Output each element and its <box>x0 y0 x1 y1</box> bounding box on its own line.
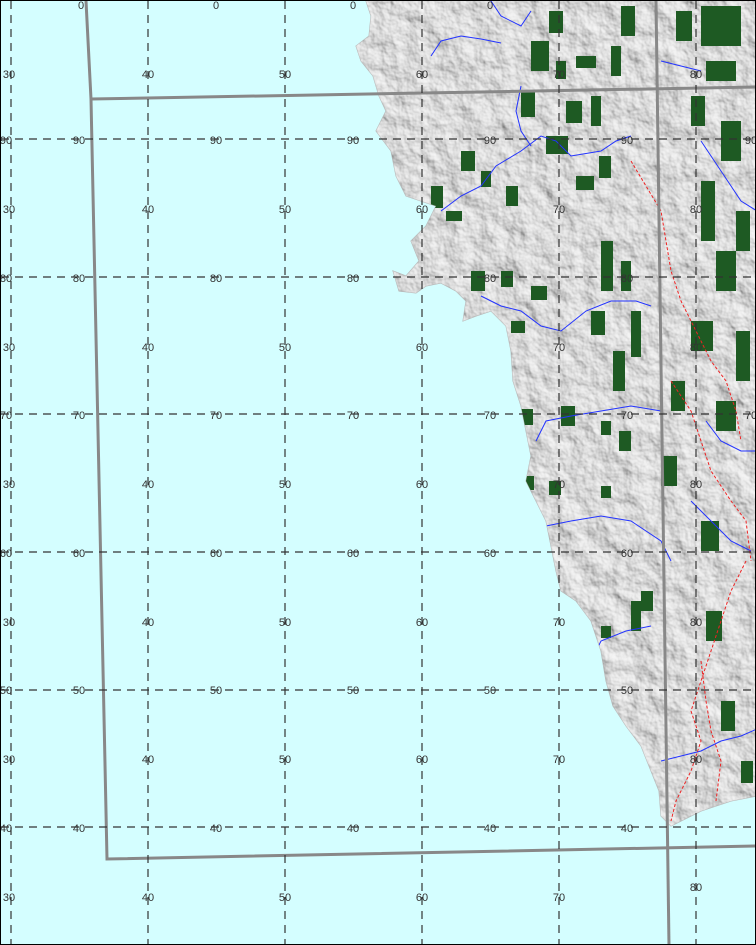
grid-label: 30 <box>3 204 15 216</box>
grid-label: 90 <box>210 135 222 147</box>
grid-label: 60 <box>347 548 359 560</box>
grid-label: 80 <box>690 69 702 81</box>
grid-label: 40 <box>142 479 154 491</box>
grid-label: 50 <box>484 685 496 697</box>
grid-label: 40 <box>142 754 154 766</box>
grid-label: 50 <box>621 685 633 697</box>
grid-label: 90 <box>745 135 756 147</box>
grid-label: 50 <box>279 342 291 354</box>
grid-label: 90 <box>73 135 85 147</box>
grid-label: 70 <box>553 617 565 629</box>
grid-label: 80 <box>73 273 85 285</box>
grid-label: 50 <box>279 754 291 766</box>
grid-label: 50 <box>279 479 291 491</box>
grid-label: 0 <box>350 1 356 12</box>
grid-label: 50 <box>279 204 291 216</box>
grid-label: 50 <box>347 685 359 697</box>
grid-label: 40 <box>1 823 12 835</box>
grid-label: 60 <box>416 479 428 491</box>
grid-label: 80 <box>621 273 633 285</box>
grid-label: 60 <box>73 548 85 560</box>
grid-label: 0 <box>487 1 493 12</box>
grid-label: 80 <box>484 273 496 285</box>
grid-label: 70 <box>745 410 756 422</box>
grid-label: 60 <box>416 342 428 354</box>
grid-label: 60 <box>416 754 428 766</box>
grid-label: 0 <box>213 1 219 12</box>
grid-label: 70 <box>1 410 12 422</box>
grid-label: 40 <box>142 617 154 629</box>
grid-label: 80 <box>210 273 222 285</box>
grid-label: 50 <box>279 69 291 81</box>
grid-label: 60 <box>416 617 428 629</box>
grid-label: 50 <box>73 685 85 697</box>
grid-label: 80 <box>690 204 702 216</box>
grid-label: 60 <box>1 548 12 560</box>
grid-label: 40 <box>484 823 496 835</box>
grid-label: 40 <box>142 69 154 81</box>
grid-label: 80 <box>690 882 702 894</box>
grid-label: 80 <box>690 754 702 766</box>
grid-label: 40 <box>621 823 633 835</box>
grid-label: 60 <box>416 892 428 904</box>
grid-label: 60 <box>210 548 222 560</box>
grid-label: 80 <box>1 273 12 285</box>
grid-label: 50 <box>279 617 291 629</box>
grid-label: 70 <box>484 410 496 422</box>
grid-label: 70 <box>553 204 565 216</box>
grid-label: 40 <box>73 823 85 835</box>
grid-label: 70 <box>553 342 565 354</box>
grid-label: 40 <box>142 204 154 216</box>
grid-label: 70 <box>210 410 222 422</box>
grid-label: 40 <box>142 342 154 354</box>
grid-label: 30 <box>3 342 15 354</box>
grid-label: 80 <box>347 273 359 285</box>
grid-label: 90 <box>1 135 12 147</box>
grid-label: 70 <box>621 410 633 422</box>
grid-label: 50 <box>279 892 291 904</box>
grid-label: 60 <box>484 548 496 560</box>
grid-label: 70 <box>73 410 85 422</box>
grid-label: 30 <box>3 892 15 904</box>
grid-label: 70 <box>553 754 565 766</box>
grid-label: 30 <box>3 754 15 766</box>
grid-label: 40 <box>142 892 154 904</box>
grid-label: 80 <box>690 617 702 629</box>
grid-label: 30 <box>3 69 15 81</box>
grid-label: 60 <box>416 69 428 81</box>
grid-label: 80 <box>690 342 702 354</box>
grid-label: 90 <box>484 135 496 147</box>
grid-label: 70 <box>347 410 359 422</box>
grid-label: 0 <box>78 1 84 12</box>
grid-label: 50 <box>210 685 222 697</box>
grid-label: 70 <box>553 69 565 81</box>
grid-label: 60 <box>416 204 428 216</box>
grid-label: 90 <box>347 135 359 147</box>
grid-label: 80 <box>690 479 702 491</box>
grid-label: 70 <box>553 479 565 491</box>
grid-label: 40 <box>347 823 359 835</box>
grid-label: 40 <box>210 823 222 835</box>
grid-label: 70 <box>553 892 565 904</box>
grid-label: 90 <box>621 135 633 147</box>
grid-label: 30 <box>3 617 15 629</box>
grid-label: 30 <box>3 479 15 491</box>
map-canvas: 0 0 0 0 30 40 50 60 70 80 90 90 90 90 90… <box>1 1 756 944</box>
grid-label: 50 <box>1 685 12 697</box>
topographic-map[interactable]: 0 0 0 0 30 40 50 60 70 80 90 90 90 90 90… <box>0 0 756 945</box>
grid-label: 60 <box>621 548 633 560</box>
